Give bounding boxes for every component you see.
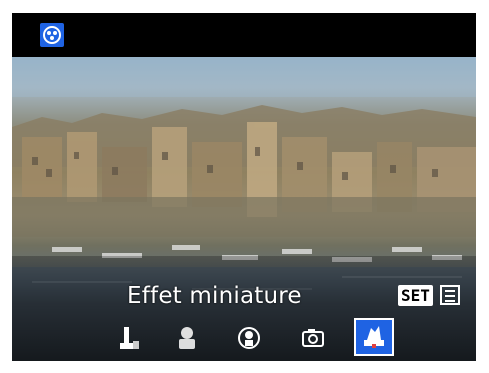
effect-soft-focus[interactable] <box>169 323 205 357</box>
set-button-label[interactable]: SET <box>398 285 433 306</box>
effect-toy-camera[interactable] <box>295 323 331 357</box>
fisheye-icon <box>238 327 260 349</box>
toy-camera-icon <box>302 329 324 347</box>
creative-filter-mode-icon <box>40 23 64 47</box>
effect-miniature[interactable] <box>354 318 394 356</box>
effect-fisheye[interactable] <box>231 323 267 357</box>
grainy-bw-icon <box>120 327 139 349</box>
effect-grainy-bw[interactable] <box>112 323 148 357</box>
camera-screen: Effet miniature SET <box>12 13 476 361</box>
miniature-effect-icon <box>364 326 384 348</box>
effect-selector <box>12 318 476 359</box>
top-bar <box>12 13 476 57</box>
effect-name: Effet miniature <box>127 283 302 309</box>
live-view-image <box>12 57 476 361</box>
adjust-settings-icon[interactable] <box>440 285 460 305</box>
soft-focus-icon <box>179 327 195 349</box>
